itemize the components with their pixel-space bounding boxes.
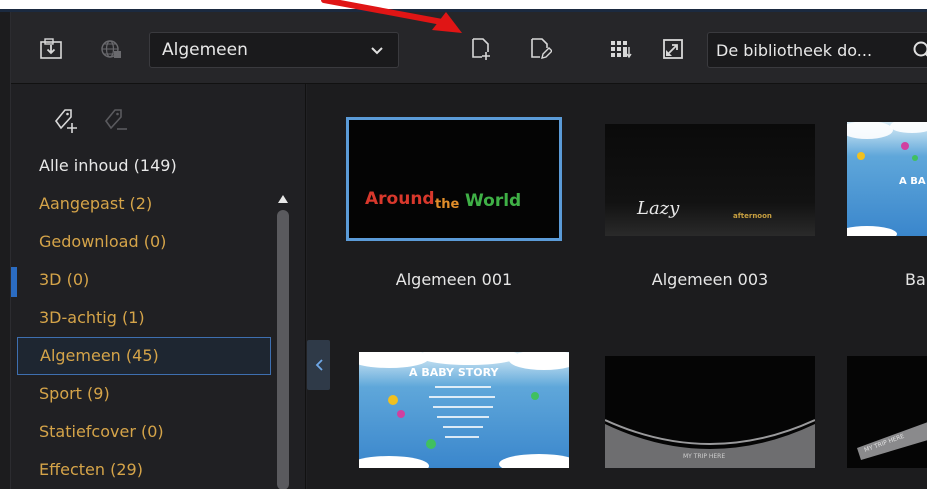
- category-item-custom[interactable]: Aangepast (2): [17, 185, 271, 223]
- my-trip-here-b-artwork: MY TRIP HERE: [847, 356, 927, 468]
- around-the-world-artwork: Around the World: [349, 120, 559, 238]
- category-select-value: Algemeen: [162, 40, 248, 60]
- library-search-input[interactable]: De bibliotheek do...: [707, 32, 927, 68]
- thumb-text-the: the: [435, 197, 459, 212]
- search-icon[interactable]: [912, 40, 927, 66]
- thumb-text-around: Around: [365, 189, 435, 209]
- template-thumbnail-baby-story[interactable]: A BABY STORY: [359, 352, 569, 468]
- edit-template-icon[interactable]: [528, 38, 552, 60]
- thumb-text-world: World: [465, 191, 521, 211]
- category-item-general[interactable]: Algemeen (45): [17, 337, 271, 375]
- lazy-afternoon-artwork: Lazy afternoon: [605, 124, 815, 236]
- search-input-value: De bibliotheek do...: [716, 40, 873, 60]
- thumb-text-a-baby-story: A BABY STORY: [409, 366, 499, 379]
- template-caption: Algemeen 003: [651, 270, 769, 289]
- template-thumbnail-algemeen-001[interactable]: Around the World: [346, 117, 562, 241]
- category-item-all[interactable]: Alle inhoud (149): [17, 147, 271, 185]
- thumb-text-lazy: Lazy: [636, 198, 680, 219]
- left-panel-grip[interactable]: [11, 267, 17, 297]
- category-item-sport[interactable]: Sport (9): [17, 375, 271, 413]
- thumb-text-afternoon: afternoon: [733, 212, 772, 220]
- chevron-left-icon: [315, 359, 323, 371]
- category-item-effects[interactable]: Effecten (29): [17, 451, 271, 489]
- category-list: Alle inhoud (149) Aangepast (2) Gedownlo…: [17, 147, 271, 489]
- my-trip-here-artwork: MY TRIP HERE: [605, 356, 815, 468]
- new-template-icon[interactable]: [469, 38, 493, 60]
- template-caption: Ba: [905, 270, 926, 289]
- category-scrollbar[interactable]: [277, 190, 289, 489]
- thumb-text-my-trip: MY TRIP HERE: [683, 453, 725, 460]
- template-thumbnail-algemeen-003[interactable]: Lazy afternoon: [605, 124, 815, 236]
- a-baby-story-artwork: A BABY STORY: [359, 352, 569, 468]
- collapse-sidebar-button[interactable]: [307, 340, 330, 390]
- annotation-arrow-icon: [321, 0, 462, 33]
- category-item-tripod-cover[interactable]: Statiefcover (0): [17, 413, 271, 451]
- title-designer-library: Algemeen De bibliotheek do... Alle inhou…: [10, 12, 927, 489]
- category-item-downloaded[interactable]: Gedownload (0): [17, 223, 271, 261]
- template-caption: Algemeen 001: [395, 270, 513, 289]
- scrollbar-thumb[interactable]: [277, 210, 289, 489]
- scroll-up-icon[interactable]: [277, 190, 289, 203]
- fullscreen-icon[interactable]: [661, 38, 685, 60]
- thumb-text-a-ba: A BA: [899, 176, 926, 187]
- tag-toolbar: [51, 106, 131, 136]
- category-item-3d-like[interactable]: 3D-achtig (1): [17, 299, 271, 337]
- template-library-grid: Around the World Algemeen 001 Lazy after…: [307, 84, 927, 489]
- template-thumbnail-my-trip-here[interactable]: MY TRIP HERE: [605, 356, 815, 468]
- baby-story-artwork: A BA: [847, 122, 927, 236]
- template-thumbnail-my-trip-here-b[interactable]: MY TRIP HERE: [847, 356, 927, 468]
- category-item-3d[interactable]: 3D (0): [17, 261, 271, 299]
- template-thumbnail-baby-story-a[interactable]: A BA: [847, 122, 927, 236]
- import-icon[interactable]: [39, 38, 63, 60]
- category-sidebar: Alle inhoud (149) Aangepast (2) Gedownlo…: [11, 84, 306, 489]
- remove-tag-icon[interactable]: [101, 106, 131, 136]
- add-tag-icon[interactable]: [51, 106, 81, 136]
- grid-view-icon[interactable]: [609, 38, 633, 60]
- globe-icon[interactable]: [99, 38, 123, 60]
- chevron-down-icon: [370, 43, 384, 63]
